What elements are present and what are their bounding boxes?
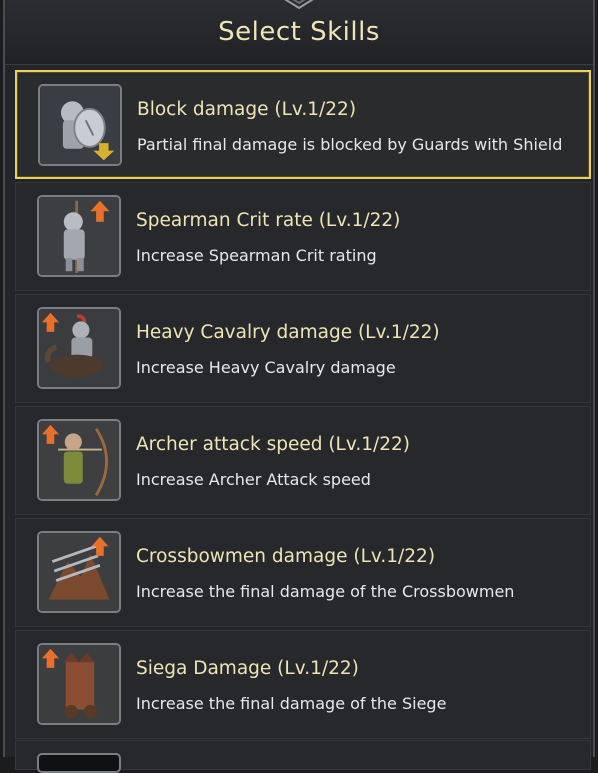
skill-row-spearman-crit[interactable]: Spearman Crit rate (Lv.1/22) Increase Sp… <box>15 182 591 291</box>
skill-list: Block damage (Lv.1/22) Partial final dam… <box>15 70 591 742</box>
skill-description: Increase the final damage of the Crossbo… <box>136 582 515 601</box>
header-ornament-icon <box>284 0 314 10</box>
skill-description: Increase Heavy Cavalry damage <box>136 358 396 377</box>
skills-panel: Select Skills Block damage (Lv.1/22) Par… <box>3 0 595 773</box>
skill-description: Increase Spearman Crit rating <box>136 246 377 265</box>
skill-description: Increase Archer Attack speed <box>136 470 371 489</box>
spearman-icon <box>37 195 121 277</box>
skill-row-crossbow-damage[interactable]: Crossbowmen damage (Lv.1/22) Increase th… <box>15 518 591 627</box>
panel-header: Select Skills <box>5 0 593 65</box>
siege-icon <box>37 643 121 725</box>
skill-row-siege-damage[interactable]: Siega Damage (Lv.1/22) Increase the fina… <box>15 630 591 739</box>
skill-description: Partial final damage is blocked by Guard… <box>137 135 563 154</box>
skill-name: Crossbowmen damage (Lv.1/22) <box>136 546 436 567</box>
page-title: Select Skills <box>218 17 380 47</box>
guard-shield-icon <box>38 84 122 166</box>
heavy-cavalry-icon <box>37 307 121 389</box>
skill-row-block-damage[interactable]: Block damage (Lv.1/22) Partial final dam… <box>15 70 591 179</box>
crossbow-icon <box>37 531 121 613</box>
skill-name: Heavy Cavalry damage (Lv.1/22) <box>136 322 440 343</box>
skill-name: Spearman Crit rate (Lv.1/22) <box>136 210 401 231</box>
skill-name: Siega Damage (Lv.1/22) <box>136 658 359 679</box>
skill-name: Archer attack speed (Lv.1/22) <box>136 434 411 455</box>
archer-icon <box>37 419 121 501</box>
skill-icon-partial <box>37 753 121 773</box>
skill-row-archer-speed[interactable]: Archer attack speed (Lv.1/22) Increase A… <box>15 406 591 515</box>
skill-name: Block damage (Lv.1/22) <box>137 99 357 120</box>
skill-description: Increase the final damage of the Siege <box>136 694 447 713</box>
skill-row-heavy-cavalry[interactable]: Heavy Cavalry damage (Lv.1/22) Increase … <box>15 294 591 403</box>
skill-row-partial[interactable] <box>15 740 591 773</box>
